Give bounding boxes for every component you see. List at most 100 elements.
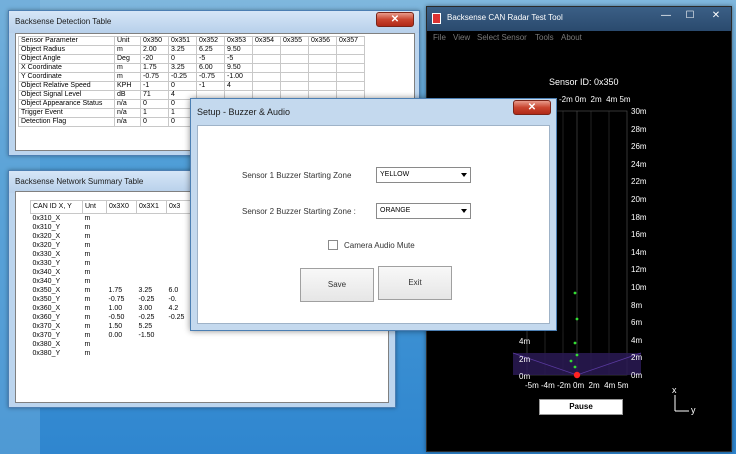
- chevron-down-icon: [461, 209, 467, 213]
- table-cell: 9.50: [224, 63, 253, 73]
- table-row: 0x380_Y m: [31, 349, 197, 358]
- pause-button[interactable]: Pause: [539, 399, 623, 415]
- sensor1-zone-label: Sensor 1 Buzzer Starting Zone: [242, 171, 352, 180]
- radar-range-tick: 14m: [631, 247, 647, 257]
- detection-title: Backsense Detection Table: [15, 17, 112, 26]
- table-cell: m: [114, 63, 141, 73]
- table-cell: [137, 277, 167, 286]
- table-cell: -0.25: [138, 314, 155, 321]
- radar-range-tick: 0m: [519, 372, 531, 382]
- table-cell: 0x380_Y: [32, 350, 61, 357]
- table-cell: [107, 259, 137, 268]
- dialog-body: Sensor 1 Buzzer Starting Zone YELLOW Sen…: [197, 125, 550, 324]
- table-cell: Object Angle: [18, 54, 115, 64]
- table-cell: 0x340_X: [32, 269, 61, 276]
- maximize-button[interactable]: ☐: [679, 9, 701, 23]
- table-cell: [252, 45, 281, 55]
- detection-column-header: 0x353: [224, 36, 253, 46]
- table-row: 0x320_Y m: [31, 241, 197, 250]
- sensor-id-label: Sensor ID: 0x350: [549, 77, 619, 87]
- table-cell: Y Coordinate: [18, 72, 115, 82]
- table-cell: m: [84, 260, 91, 267]
- detection-column-header: 0x351: [168, 36, 197, 46]
- menu-tools[interactable]: Tools: [535, 33, 554, 42]
- menu-select-sensor[interactable]: Select Sensor: [477, 33, 527, 42]
- table-cell: 0x350_Y: [32, 296, 61, 303]
- table-cell: m: [84, 332, 91, 339]
- table-row: 0x350_X m 1.75 3.25 6.0: [31, 286, 197, 295]
- table-cell: 0.00: [108, 332, 123, 339]
- table-cell: [137, 340, 167, 349]
- table-cell: [137, 214, 167, 224]
- camera-audio-mute-label: Camera Audio Mute: [344, 241, 415, 250]
- table-row: 0x310_Y m: [31, 223, 197, 232]
- sensor1-zone-select[interactable]: YELLOW: [376, 167, 471, 183]
- radar-range-tick: 28m: [631, 124, 647, 134]
- table-cell: 0: [168, 81, 197, 91]
- table-row: 0x340_X m: [31, 268, 197, 277]
- camera-audio-mute-checkbox[interactable]: [328, 240, 338, 250]
- table-cell: 3.00: [138, 305, 153, 312]
- table-cell: [107, 340, 137, 349]
- table-cell: 0x360_X: [32, 305, 61, 312]
- radar-range-tick: 20m: [631, 195, 647, 204]
- table-cell: 0x350_X: [32, 287, 61, 294]
- detection-column-header: 0x356: [308, 36, 337, 46]
- save-button[interactable]: Save: [300, 268, 374, 302]
- table-cell: [137, 223, 167, 232]
- table-cell: 1.50: [108, 323, 123, 330]
- table-row: X Coordinate m 1.75 3.25 6.00 9.50: [18, 63, 365, 73]
- detection-close-button[interactable]: ✕: [376, 12, 414, 27]
- table-cell: m: [84, 341, 91, 348]
- table-cell: Object Relative Speed: [18, 81, 115, 91]
- table-cell: [308, 63, 337, 73]
- radar-range-tick: 8m: [631, 300, 643, 310]
- table-cell: [107, 223, 137, 232]
- table-cell: [336, 45, 365, 55]
- dialog-title: Setup - Buzzer & Audio: [197, 107, 291, 117]
- table-cell: Object Signal Level: [18, 90, 115, 100]
- table-cell: [336, 81, 365, 91]
- menu-view[interactable]: View: [453, 33, 470, 42]
- sensor2-zone-select[interactable]: ORANGE: [376, 203, 471, 219]
- radar-origin-dot: [573, 371, 581, 379]
- menu-about[interactable]: About: [561, 33, 582, 42]
- dialog-close-button[interactable]: ✕: [513, 100, 551, 115]
- table-cell: 71: [140, 90, 169, 100]
- table-cell: -1.00: [224, 72, 253, 82]
- table-cell: 0x330_Y: [32, 260, 61, 267]
- radar-range-tick: 24m: [631, 159, 647, 169]
- minimize-button[interactable]: —: [655, 9, 677, 23]
- table-cell: -20: [140, 54, 169, 64]
- axis-indicator-icon: [674, 395, 689, 412]
- table-cell: m: [84, 287, 91, 294]
- table-cell: [107, 232, 137, 241]
- table-cell: -0.25: [168, 72, 197, 82]
- table-cell: m: [84, 314, 91, 321]
- table-row: 0x320_X m: [31, 232, 197, 241]
- table-cell: 0x380_X: [32, 341, 61, 348]
- detection-column-header: 0x352: [196, 36, 225, 46]
- table-cell: [308, 72, 337, 82]
- dialog-titlebar[interactable]: Setup - Buzzer & Audio ✕: [191, 99, 556, 123]
- menu-file[interactable]: File: [433, 33, 446, 42]
- table-row: 0x350_Y m -0.75 -0.25 -0.: [31, 295, 197, 304]
- table-cell: [308, 54, 337, 64]
- table-cell: 0x310_Y: [32, 224, 61, 231]
- detection-column-header: 0x355: [280, 36, 309, 46]
- radar-target-dot: [575, 317, 579, 321]
- radar-close-button[interactable]: ✕: [705, 9, 727, 23]
- table-cell: -0.25: [138, 296, 155, 303]
- table-cell: 0x320_X: [32, 233, 61, 240]
- table-cell: 0x370_Y: [32, 332, 61, 339]
- table-cell: [107, 268, 137, 277]
- table-cell: [280, 54, 309, 64]
- radar-titlebar[interactable]: Backsense CAN Radar Test Tool — ☐ ✕: [427, 7, 731, 31]
- table-cell: 0x330_X: [32, 251, 61, 258]
- table-cell: [107, 250, 137, 259]
- exit-button[interactable]: Exit: [378, 266, 452, 300]
- table-cell: 0: [140, 117, 169, 127]
- detection-titlebar[interactable]: Backsense Detection Table ✕: [9, 11, 419, 33]
- table-cell: [167, 349, 197, 358]
- table-cell: [107, 349, 137, 358]
